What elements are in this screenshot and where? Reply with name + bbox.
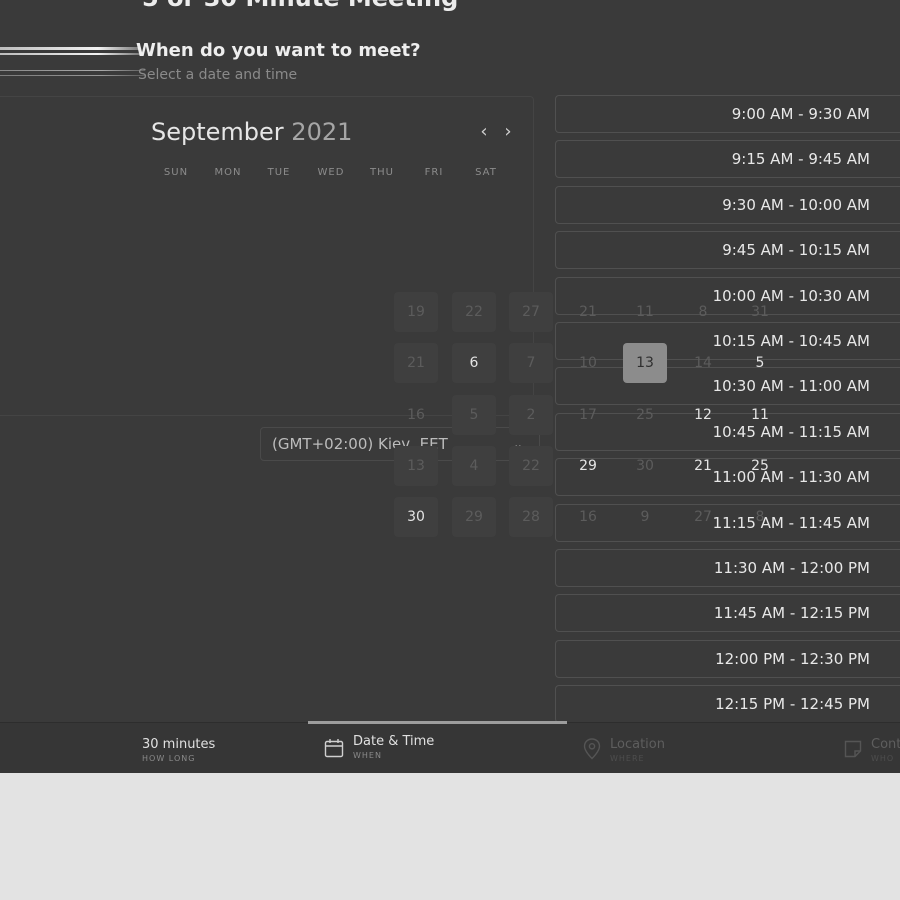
step-subheading: Select a date and time <box>138 67 298 83</box>
calendar-day[interactable]: 25 <box>738 446 782 486</box>
note-icon <box>844 740 862 758</box>
selected-day[interactable]: 13 <box>623 343 667 383</box>
time-slot-label: 11:30 AM - 12:00 PM <box>713 559 870 577</box>
step-sublabel: WHERE <box>610 754 645 763</box>
motion-streak <box>0 70 145 71</box>
chevron-right-icon: › <box>504 121 512 142</box>
time-slot[interactable]: 9:30 AM - 10:00 AM <box>555 186 900 224</box>
step-label: 30 minutes <box>142 737 216 752</box>
time-slot-label: 10:15 AM - 10:45 AM <box>712 332 870 350</box>
time-slot[interactable]: 11:45 AM - 12:15 PM <box>555 594 900 632</box>
calendar-month: September <box>151 118 284 146</box>
calendar-day[interactable]: 6 <box>452 343 496 383</box>
calendar-day: 30 <box>636 458 654 474</box>
time-slot-label: 11:00 AM - 11:30 AM <box>712 468 870 486</box>
time-slot[interactable]: 11:30 AM - 12:00 PM <box>555 549 900 587</box>
weekday-mon: MON <box>214 167 242 178</box>
time-slot-label: 9:00 AM - 9:30 AM <box>731 105 870 123</box>
step-label: Location <box>610 737 665 752</box>
time-slot[interactable]: 12:00 PM - 12:30 PM <box>555 640 900 678</box>
time-slot-label: 10:30 AM - 11:00 AM <box>712 377 870 395</box>
calendar-day: 10 <box>579 355 597 371</box>
calendar-day: 19 <box>394 292 438 332</box>
time-slot-label: 10:45 AM - 11:15 AM <box>712 423 870 441</box>
calendar-day[interactable]: 11 <box>738 395 782 435</box>
step-heading: When do you want to meet? <box>136 40 421 61</box>
step-sublabel: HOW LONG <box>142 754 196 763</box>
time-slot[interactable]: 9:15 AM - 9:45 AM <box>555 140 900 178</box>
calendar-year: 2021 <box>291 118 353 146</box>
time-slot-label: 10:00 AM - 10:30 AM <box>712 287 870 305</box>
calendar-day[interactable]: 5 <box>738 343 782 383</box>
weekday-sat: SAT <box>475 167 497 178</box>
calendar-day[interactable]: 30 <box>394 497 438 537</box>
step-label: Date & Time <box>353 734 435 749</box>
calendar-day: 22 <box>509 446 553 486</box>
next-month-button[interactable]: › <box>498 122 518 142</box>
time-slot-label: 11:45 AM - 12:15 PM <box>713 604 870 622</box>
scheduler-window: 5 or 30 Minute Meeting When do you want … <box>0 0 900 773</box>
calendar-day: 8 <box>698 304 708 320</box>
calendar-day: 21 <box>394 343 438 383</box>
meeting-title: 5 or 30 Minute Meeting <box>142 0 458 12</box>
calendar-icon <box>324 739 344 758</box>
motion-streak <box>0 47 140 50</box>
step-sublabel: WHEN <box>353 751 382 760</box>
motion-streak <box>0 53 140 55</box>
calendar-day[interactable]: 21 <box>681 446 725 486</box>
calendar-day: 16 <box>579 509 597 525</box>
weekday-sun: SUN <box>163 167 189 178</box>
time-slot-label: 12:15 PM - 12:45 PM <box>715 695 870 713</box>
step-duration[interactable]: 30 minutes HOW LONG <box>142 737 215 763</box>
weekday-tue: TUE <box>267 167 291 178</box>
weekday-thu: THU <box>370 167 394 178</box>
calendar-day: 17 <box>579 407 597 423</box>
prev-month-button[interactable]: ‹ <box>474 122 494 142</box>
calendar-day: 7 <box>509 343 553 383</box>
time-slot-label: 9:30 AM - 10:00 AM <box>722 196 870 214</box>
calendar-day: 29 <box>452 497 496 537</box>
booking-steps-bar: 30 minutes HOW LONG Date & Time WHEN Loc… <box>0 721 900 773</box>
calendar-day: 5 <box>452 395 496 435</box>
time-slot[interactable]: 9:45 AM - 10:15 AM <box>555 231 900 269</box>
calendar-day: 8 <box>755 509 765 525</box>
calendar-day: 11 <box>636 304 654 320</box>
step-sublabel: WHO <box>871 754 895 763</box>
calendar-day[interactable]: 12 <box>681 395 725 435</box>
time-slot-label: 9:45 AM - 10:15 AM <box>722 241 870 259</box>
step-label: Contact <box>871 737 900 752</box>
active-step-indicator <box>308 721 567 724</box>
time-slot-label: 12:00 PM - 12:30 PM <box>715 650 870 668</box>
calendar-day: 22 <box>452 292 496 332</box>
calendar-day: 9 <box>640 509 650 525</box>
calendar-day: 2 <box>509 395 553 435</box>
calendar-month-label: September 2021 <box>151 118 352 146</box>
time-slot-label: 9:15 AM - 9:45 AM <box>731 150 870 168</box>
step-date-time[interactable]: Date & Time WHEN <box>353 734 434 760</box>
calendar-day: 4 <box>452 446 496 486</box>
calendar-day: 16 <box>407 407 425 423</box>
time-slot[interactable]: 9:00 AM - 9:30 AM <box>555 95 900 133</box>
calendar-day: 21 <box>579 304 597 320</box>
time-slot-label: 11:15 AM - 11:45 AM <box>712 514 870 532</box>
weekday-wed: WED <box>317 167 345 178</box>
time-slot[interactable]: 12:15 PM - 12:45 PM <box>555 685 900 723</box>
calendar-day: 13 <box>394 446 438 486</box>
step-location[interactable]: Location WHERE <box>610 737 665 763</box>
calendar-day[interactable]: 29 <box>566 446 610 486</box>
motion-streak <box>0 75 145 76</box>
calendar-day: 31 <box>751 304 769 320</box>
calendar-day: 27 <box>694 509 712 525</box>
calendar-day: 28 <box>509 497 553 537</box>
calendar-day: 14 <box>694 355 712 371</box>
chevron-left-icon: ‹ <box>480 121 488 142</box>
weekday-fri: FRI <box>424 167 444 178</box>
calendar-day: 25 <box>636 407 654 423</box>
step-contact[interactable]: Contact WHO <box>871 737 900 763</box>
calendar-day: 27 <box>509 292 553 332</box>
location-pin-icon <box>583 738 601 760</box>
